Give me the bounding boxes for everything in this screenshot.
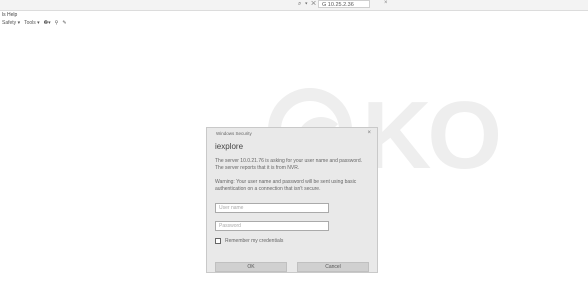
ok-button[interactable]: OK [215,262,287,272]
dialog-window-title: Windows Security [216,131,252,136]
password-field[interactable] [215,221,329,231]
menu-bar: ls Help [2,12,17,18]
remember-credentials[interactable]: Remember my credentials [215,238,283,244]
username-field[interactable] [215,203,329,213]
menu-item-help[interactable]: Help [7,12,17,18]
remember-label: Remember my credentials [225,238,284,244]
browser-address-bar: ⌕ ▾ ✕ G 10.25.2.36 × [0,0,588,11]
address-bar-icons[interactable]: ⌕ ▾ ✕ [298,1,317,8]
close-tab-icon[interactable]: × [384,0,388,6]
dialog-heading: iexplore [215,142,244,151]
edit-icon[interactable]: ✎ [62,20,66,26]
tab-page[interactable]: G 10.25.2.36 [318,0,370,8]
dialog-message: The server 10.0.21.76 is asking for your… [215,158,363,171]
watermark-text: KO [362,82,502,189]
menu-item-ls[interactable]: ls [2,12,6,18]
close-icon[interactable]: × [367,130,371,136]
safety-menu[interactable]: Safety ▾ [2,20,20,26]
dialog-warning: Warning: Your user name and password wil… [215,179,357,192]
command-bar: Safety ▾ Tools ▾ ❷▾ ⚲ ✎ [2,20,67,26]
credentials-dialog: Windows Security × iexplore The server 1… [206,127,378,273]
remember-checkbox[interactable] [215,238,221,244]
help-icon[interactable]: ❷▾ [44,20,51,26]
tools-menu[interactable]: Tools ▾ [24,20,40,26]
search-icon[interactable]: ⚲ [55,20,59,26]
cancel-button[interactable]: Cancel [297,262,369,272]
